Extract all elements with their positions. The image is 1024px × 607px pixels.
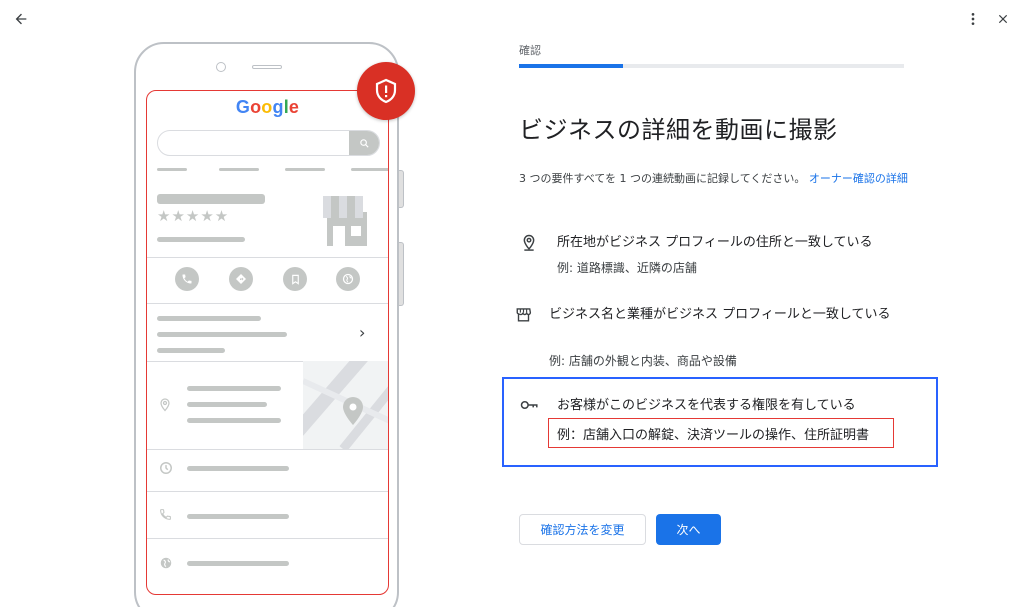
divider: [147, 303, 388, 304]
location-pin-icon: [160, 398, 170, 412]
arrow-back-icon: [15, 13, 27, 25]
mock-text-line: [157, 332, 287, 337]
progress-fill: [519, 64, 623, 68]
search-icon: [349, 131, 379, 155]
phone-side-button: [399, 170, 404, 208]
requirement-location: 所在地がビジネス プロフィールの住所と一致している 例: 道路標識、近隣の店舗: [519, 232, 919, 282]
requirement-title: お客様がこのビジネスを代表する権限を有している: [557, 398, 856, 413]
highlight-box-red: [548, 418, 894, 448]
divider: [147, 257, 388, 258]
security-badge: [357, 62, 415, 120]
next-button[interactable]: 次へ: [656, 514, 721, 545]
google-logo-letter: o: [261, 97, 273, 117]
requirement-title: ビジネス名と業種がビジネス プロフィールと一致している: [549, 307, 891, 322]
phone-side-button: [399, 242, 404, 306]
google-logo: Google: [147, 97, 388, 118]
mock-text-line: [157, 237, 245, 242]
google-logo-letter: o: [250, 97, 262, 117]
divider: [147, 449, 388, 450]
directions-icon: [229, 267, 253, 291]
chevron-right-icon: ›: [359, 323, 366, 342]
progress-bar: [519, 64, 904, 68]
description-text: 3 つの要件すべてを 1 つの連続動画に記録してください。: [519, 172, 806, 185]
phone-camera: [216, 62, 226, 72]
requirement-example: 例: 道路標識、近隣の店舗: [557, 261, 697, 275]
google-logo-letter: e: [288, 97, 300, 117]
phone-icon: [160, 509, 171, 520]
owner-verification-link[interactable]: オーナー確認の詳細: [809, 172, 908, 185]
mock-text-line: [187, 466, 289, 471]
call-icon: [175, 267, 199, 291]
location-pin-icon: [519, 232, 539, 252]
close-button[interactable]: [990, 6, 1016, 32]
more-options-button[interactable]: [963, 6, 983, 32]
storefront-icon: [513, 304, 533, 324]
close-icon: [998, 14, 1008, 24]
key-icon: [519, 395, 539, 415]
mock-tabs: [157, 168, 388, 172]
google-logo-letter: g: [272, 97, 284, 117]
page-title: ビジネスの詳細を動画に撮影: [519, 116, 838, 144]
mock-text-line: [187, 514, 289, 519]
mock-title-bar: [157, 194, 265, 204]
bookmark-icon: [283, 267, 307, 291]
phone-screen: Google ★★★★★ ›: [146, 90, 389, 595]
rating-stars: ★★★★★: [157, 207, 230, 225]
globe-icon: [160, 557, 172, 569]
page-description: 3 つの要件すべてを 1 つの連続動画に記録してください。 オーナー確認の詳細: [519, 170, 909, 187]
divider: [147, 491, 388, 492]
mock-text-line: [187, 402, 267, 407]
requirement-business-name: ビジネス名と業種がビジネス プロフィールと一致している 例: 店舗の外観と内装、…: [516, 304, 919, 374]
more-vert-icon: [971, 13, 975, 25]
mock-text-line: [187, 561, 289, 566]
storefront-icon: [323, 196, 367, 246]
requirement-title: 所在地がビジネス プロフィールの住所と一致している: [557, 235, 873, 250]
mock-search-bar: [157, 130, 380, 156]
step-label: 確認: [519, 44, 541, 57]
change-method-button[interactable]: 確認方法を変更: [519, 514, 646, 545]
phone-speaker: [252, 65, 282, 69]
requirement-example: 例: 店舗の外観と内装、商品や設備: [549, 354, 737, 368]
clock-icon: [160, 462, 172, 474]
mock-text-line: [157, 348, 225, 353]
map-thumbnail: [303, 361, 388, 449]
mock-text-line: [157, 316, 261, 321]
website-globe-icon: [336, 267, 360, 291]
google-logo-letter: G: [235, 97, 251, 117]
back-button[interactable]: [8, 6, 34, 32]
shield-alert-icon: [375, 78, 397, 104]
mock-text-line: [187, 418, 281, 423]
mock-text-line: [187, 386, 281, 391]
divider: [147, 538, 388, 539]
